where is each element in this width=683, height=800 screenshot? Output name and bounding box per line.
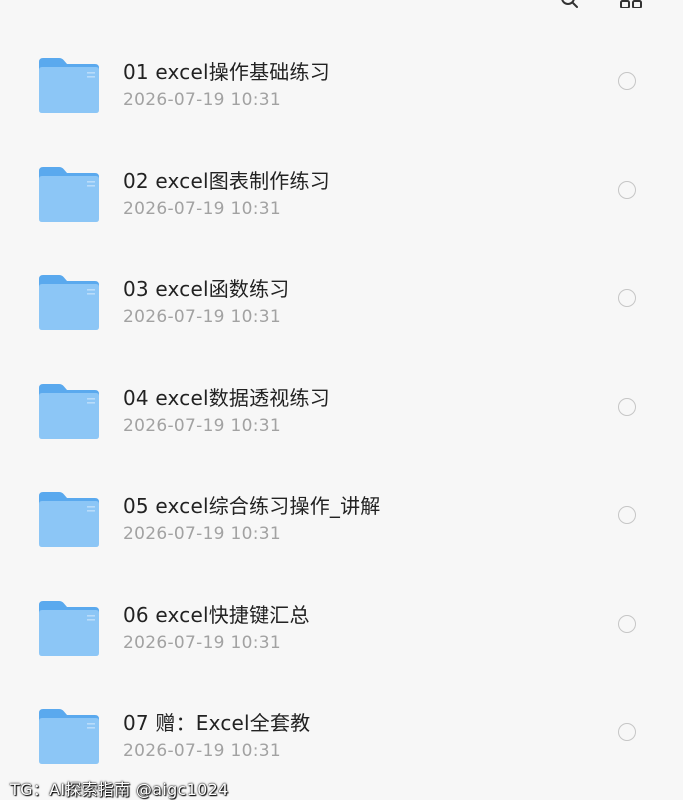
file-name: 02 excel图表制作练习 xyxy=(123,168,330,193)
folder-icon xyxy=(39,166,99,222)
top-bar xyxy=(0,0,683,14)
select-radio[interactable] xyxy=(618,506,636,524)
file-name: 03 excel函数练习 xyxy=(123,277,290,301)
select-radio[interactable] xyxy=(618,614,636,633)
select-radio[interactable] xyxy=(618,180,636,199)
file-name: 06 excel快捷键汇总 xyxy=(123,602,310,627)
file-list: 01 excel操作基础练习 2026-07-19 10:31 02 excel… xyxy=(0,30,683,790)
file-list-item[interactable]: 02 excel图表制作练习 2026-07-19 10:31 xyxy=(0,139,683,248)
file-modified-time: 2026-07-19 10:31 xyxy=(123,524,281,544)
select-radio[interactable] xyxy=(618,723,636,741)
file-modified-time: 2026-07-19 10:31 xyxy=(123,632,281,653)
select-radio[interactable] xyxy=(618,397,636,416)
watermark-text: TG：AI探索指南 @aigc1024 xyxy=(10,780,229,799)
grid-icon[interactable] xyxy=(620,0,642,8)
file-modified-time: 2026-07-19 10:31 xyxy=(123,415,281,436)
file-modified-time: 2026-07-19 10:31 xyxy=(123,90,281,110)
file-name: 07 赠：Excel全套教 xyxy=(123,711,311,735)
file-list-item[interactable]: 05 excel综合练习操作_讲解 2026-07-19 10:31 xyxy=(0,464,683,573)
file-name: 01 excel操作基础练习 xyxy=(123,60,330,84)
folder-icon xyxy=(39,383,99,439)
file-modified-time: 2026-07-19 10:31 xyxy=(123,741,281,761)
file-list-item[interactable]: 03 excel函数练习 2026-07-19 10:31 xyxy=(0,247,683,356)
file-list-item[interactable]: 06 excel快捷键汇总 2026-07-19 10:31 xyxy=(0,573,683,682)
folder-icon xyxy=(39,709,99,764)
file-list-item[interactable]: 04 excel数据透视练习 2026-07-19 10:31 xyxy=(0,356,683,465)
folder-icon xyxy=(39,492,99,547)
file-name: 04 excel数据透视练习 xyxy=(123,385,330,410)
folder-icon xyxy=(39,600,99,656)
select-radio[interactable] xyxy=(618,72,636,90)
file-list-item[interactable]: 01 excel操作基础练习 2026-07-19 10:31 xyxy=(0,30,683,139)
file-name: 05 excel综合练习操作_讲解 xyxy=(123,494,381,518)
select-radio[interactable] xyxy=(618,289,636,307)
file-modified-time: 2026-07-19 10:31 xyxy=(123,198,281,219)
folder-icon xyxy=(39,58,99,113)
search-icon[interactable] xyxy=(560,0,578,8)
file-modified-time: 2026-07-19 10:31 xyxy=(123,307,281,327)
folder-icon xyxy=(39,275,99,330)
file-list-item[interactable]: 07 赠：Excel全套教 2026-07-19 10:31 xyxy=(0,681,683,790)
